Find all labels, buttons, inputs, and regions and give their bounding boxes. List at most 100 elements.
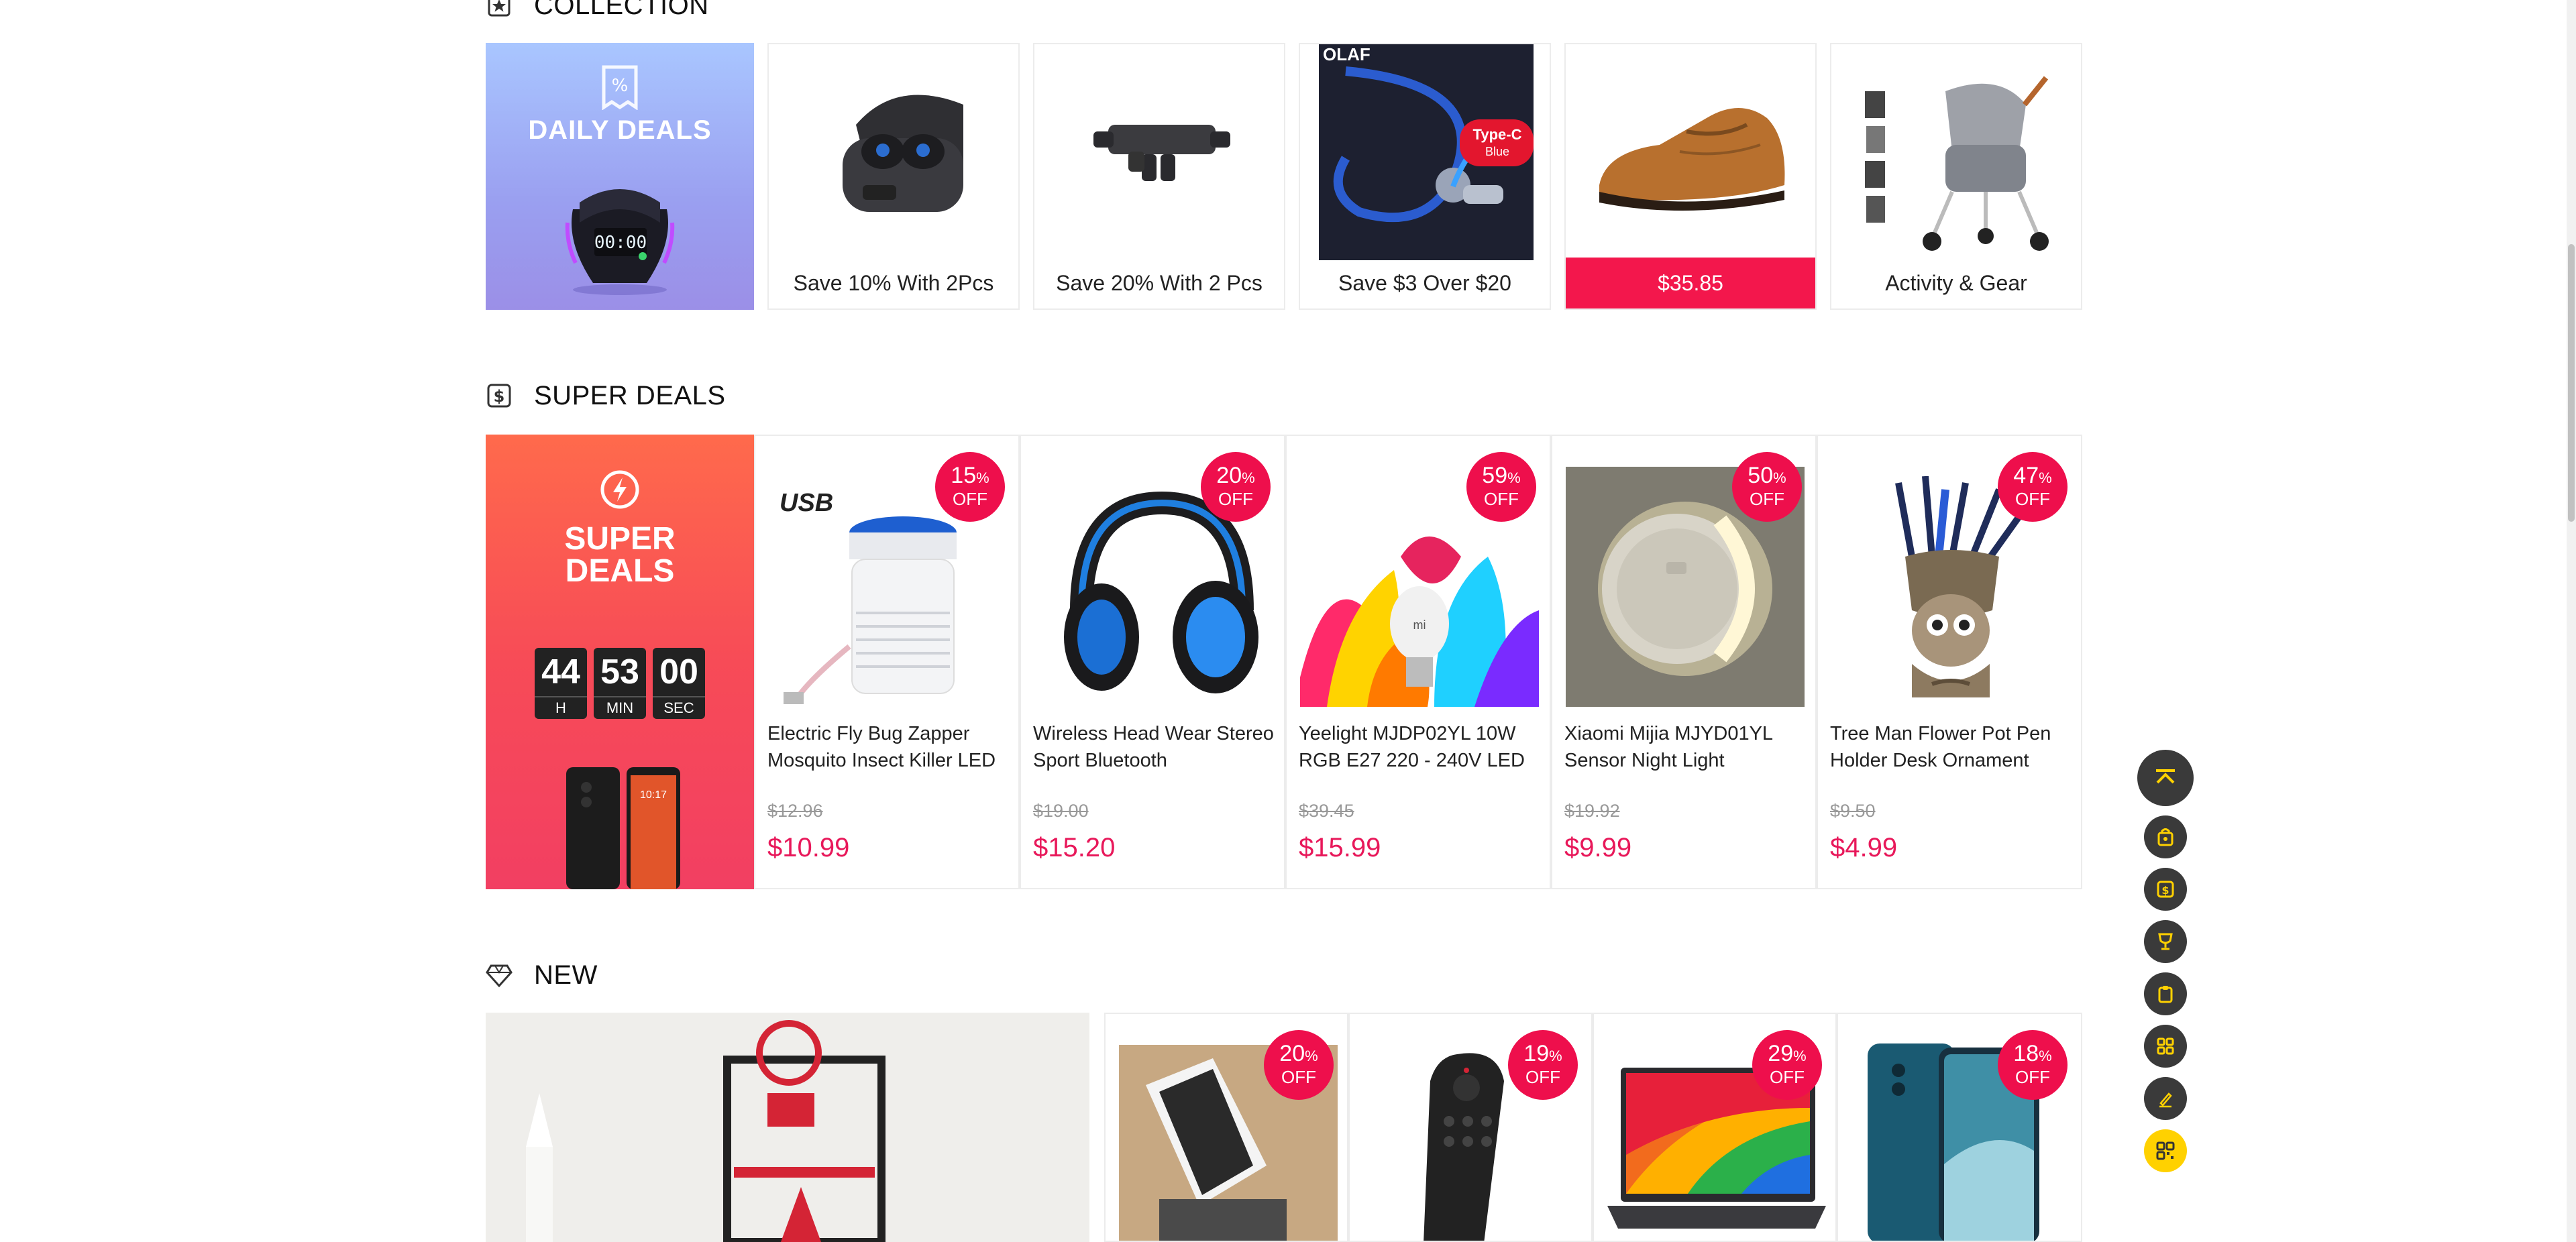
discount-badge: 59% OFF	[1466, 452, 1536, 522]
nav-new-button[interactable]	[2144, 920, 2187, 963]
off-label: OFF	[2015, 489, 2050, 509]
discount-badge: 50% OFF	[1732, 452, 1802, 522]
discount-value: 50	[1748, 463, 1774, 488]
phone-time: 10:17	[640, 789, 667, 801]
discount-value: 20	[1279, 1041, 1305, 1066]
off-label: OFF	[1218, 489, 1253, 509]
collection-caption: Save 10% With 2Pcs	[793, 270, 994, 295]
product-name[interactable]: Yeelight MJDP02YL 10W RGB E27 220 - 240V…	[1299, 720, 1540, 774]
off-label: OFF	[2015, 1067, 2050, 1087]
off-label: OFF	[1770, 1067, 1805, 1087]
new-product-card[interactable]: 18% OFF	[1837, 1013, 2082, 1242]
discount-badge: 15% OFF	[935, 452, 1005, 522]
discount-value: 59	[1482, 463, 1508, 488]
deal-product-card[interactable]: mi 59% OFF Yeelight MJDP02YL 10W RGB E27…	[1285, 435, 1551, 889]
svg-text:%: %	[612, 76, 629, 96]
stroller-image	[1851, 64, 2066, 259]
discount-badge: 19% OFF	[1508, 1030, 1578, 1100]
svg-text:$: $	[494, 387, 505, 406]
discount-value: 15	[951, 463, 977, 488]
collection-item-shoe[interactable]: $35.85	[1564, 43, 1817, 310]
alarm-clock-image: 00:00	[553, 182, 687, 296]
deal-product-card[interactable]: 20% OFF Wireless Head Wear Stereo Sport …	[1020, 435, 1285, 889]
discount-value: 19	[1523, 1041, 1550, 1066]
timer-seconds: 00 SEC	[653, 648, 705, 719]
discount-badge: 20% OFF	[1264, 1030, 1334, 1100]
deal-product-card[interactable]: 47% OFF Tree Man Flower Pot Pen Holder D…	[1817, 435, 2082, 889]
nav-edit-button[interactable]	[2144, 1077, 2187, 1120]
product-name[interactable]: Tree Man Flower Pot Pen Holder Desk Orna…	[1830, 720, 2072, 774]
collection-price-caption: $35.85	[1566, 258, 1815, 308]
discount-value: 20	[1216, 463, 1242, 488]
collection-item-stroller[interactable]: Activity & Gear	[1830, 43, 2082, 310]
image-subtext: Blue	[1485, 145, 1509, 158]
floating-nav: $	[2137, 750, 2194, 1182]
banner-title-line1: SUPER	[564, 521, 676, 557]
shoe-image	[1586, 71, 1798, 232]
sale-price: $10.99	[767, 833, 850, 862]
svg-text:$: $	[2161, 884, 2169, 897]
section-title: COLLECTION	[534, 0, 709, 20]
qr-code-icon	[2156, 1141, 2175, 1160]
image-type-text: Type-C	[1473, 126, 1522, 143]
timer-minutes-unit: MIN	[594, 696, 646, 719]
nav-clipboard-button[interactable]	[2144, 972, 2187, 1015]
image-usb-text: USB	[780, 489, 833, 517]
scrollbar-thumb[interactable]	[2568, 244, 2575, 522]
lightning-icon	[600, 469, 640, 513]
collection-item-cable[interactable]: OLAF Type-C Blue Save $3 Over $20	[1299, 43, 1551, 310]
star-icon	[486, 0, 513, 19]
page-scrollbar[interactable]	[2567, 0, 2576, 1242]
collection-item-car-mount[interactable]: Save 20% With 2 Pcs	[1033, 43, 1285, 310]
timer-hours-value: 44	[541, 653, 580, 691]
banner-title-line2: DEALS	[565, 553, 675, 589]
discount-badge: 29% OFF	[1752, 1030, 1822, 1100]
timer-seconds-unit: SEC	[653, 696, 705, 719]
back-to-top-icon	[2156, 769, 2175, 784]
section-title: SUPER DEALS	[534, 380, 726, 410]
discount-badge: 18% OFF	[1998, 1030, 2068, 1100]
super-deals-header: $ SUPER DEALS	[486, 376, 726, 416]
collection-header: COLLECTION	[486, 0, 709, 25]
timer-hours-unit: H	[535, 696, 587, 719]
daily-deals-banner[interactable]: % DAILY DEALS 00:00	[486, 43, 754, 310]
collection-caption: Activity & Gear	[1885, 270, 2027, 295]
collection-item-earbuds[interactable]: Save 10% With 2Pcs	[767, 43, 1020, 310]
collection-caption: Save 20% With 2 Pcs	[1056, 270, 1263, 295]
nav-collection-button[interactable]	[2144, 815, 2187, 858]
nav-qr-button[interactable]	[2144, 1129, 2187, 1172]
off-label: OFF	[1750, 489, 1784, 509]
dollar-box-icon: $	[486, 382, 513, 409]
clock-display: 00:00	[594, 233, 647, 253]
deal-product-card[interactable]: 50% OFF Xiaomi Mijia MJYD01YL Sensor Nig…	[1551, 435, 1817, 889]
back-to-top-button[interactable]	[2137, 750, 2194, 806]
product-name[interactable]: Electric Fly Bug Zapper Mosquito Insect …	[767, 720, 1009, 774]
new-product-card[interactable]: 20% OFF	[1104, 1013, 1348, 1242]
new-product-card[interactable]: 19% OFF	[1348, 1013, 1593, 1242]
product-name[interactable]: Xiaomi Mijia MJYD01YL Sensor Night Light	[1564, 720, 1806, 774]
discount-badge: 47% OFF	[1998, 452, 2068, 522]
super-deals-banner[interactable]: SUPER DEALS 44 H 53 MIN 00 SEC 10:17	[486, 435, 754, 889]
timer-minutes: 53 MIN	[594, 648, 646, 719]
nav-super-deals-button[interactable]: $	[2144, 868, 2187, 911]
product-name[interactable]: Wireless Head Wear Stereo Sport Bluetoot…	[1033, 720, 1275, 774]
nav-categories-button[interactable]	[2144, 1025, 2187, 1068]
off-label: OFF	[1484, 489, 1519, 509]
new-product-card[interactable]: 29% OFF	[1593, 1013, 1837, 1242]
grid-icon	[2157, 1037, 2174, 1055]
trophy-icon	[2158, 933, 2173, 950]
3d-printer-image	[486, 1013, 1089, 1242]
new-header: NEW	[486, 955, 598, 995]
daily-deals-label: DAILY DEALS	[528, 115, 712, 145]
diamond-icon	[486, 962, 513, 989]
coupon-icon: %	[601, 64, 639, 113]
discount-badge: 20% OFF	[1201, 452, 1271, 522]
new-featured-banner[interactable]	[486, 1013, 1089, 1242]
section-title: NEW	[534, 960, 598, 990]
earbuds-image	[796, 51, 997, 252]
off-label: OFF	[1525, 1067, 1560, 1087]
discount-value: 47	[2013, 463, 2039, 488]
deal-product-card[interactable]: USB 15% OFF Electric Fly Bug Zapper Mosq…	[754, 435, 1020, 889]
timer-seconds-value: 00	[659, 653, 698, 691]
pencil-icon	[2159, 1092, 2172, 1108]
